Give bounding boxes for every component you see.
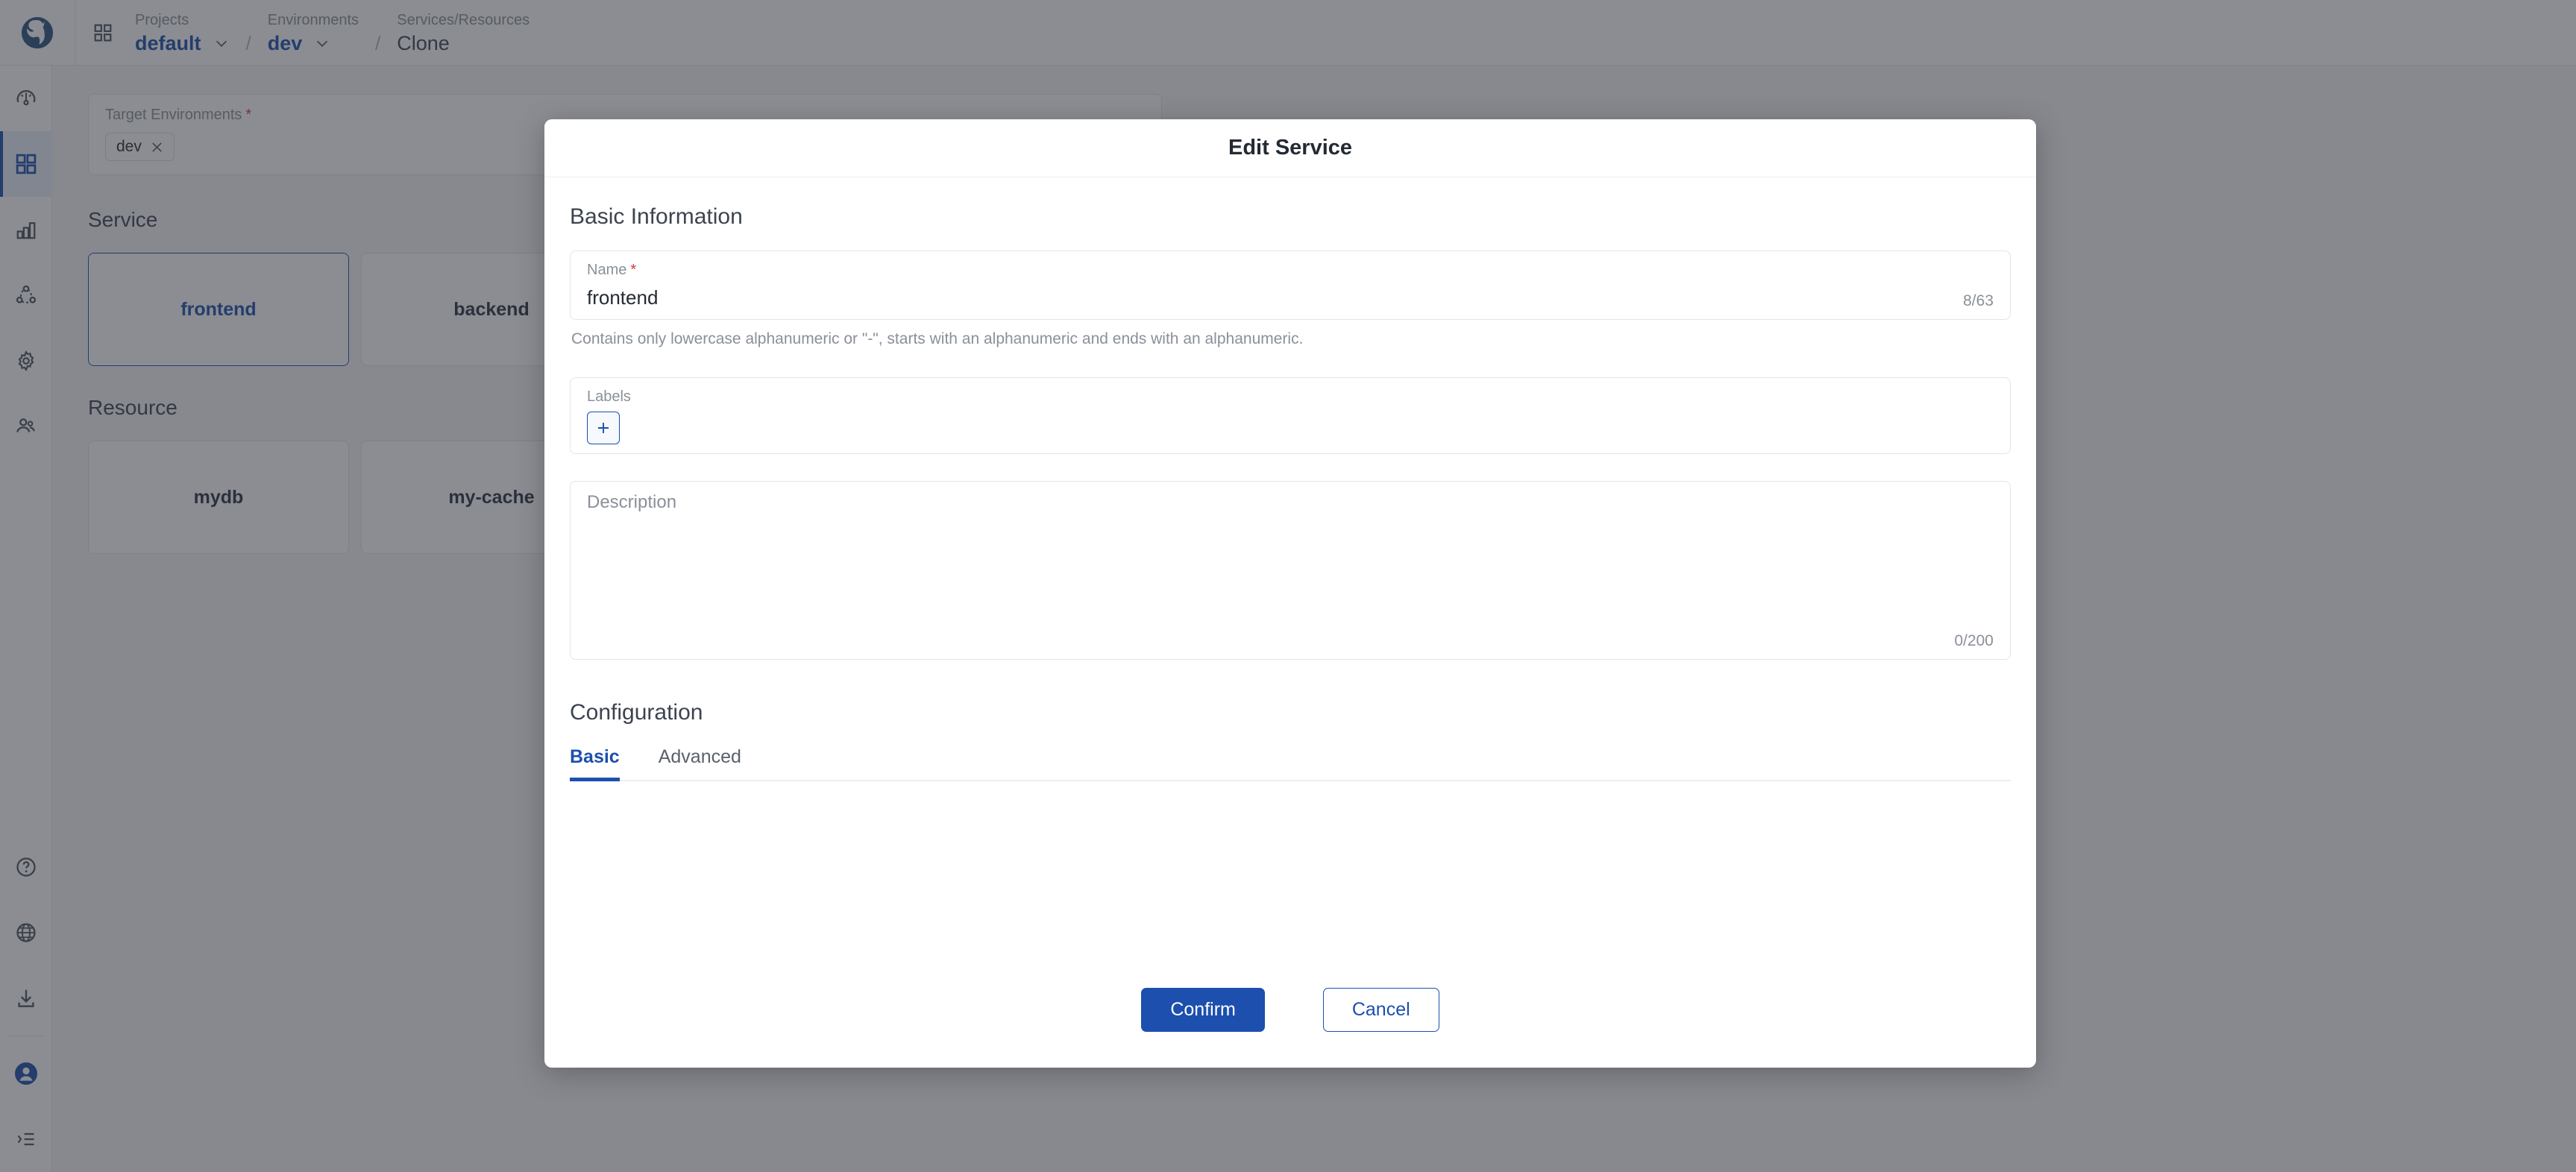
configuration-tabs: Basic Advanced xyxy=(570,746,2011,781)
dialog-body: Basic Information Name * frontend 8/63 Co… xyxy=(544,177,2036,955)
add-label-button[interactable] xyxy=(587,412,620,444)
description-field[interactable]: Description 0/200 xyxy=(570,481,2011,660)
dialog-title: Edit Service xyxy=(1228,136,1353,160)
description-char-counter: 0/200 xyxy=(1954,632,1994,649)
configuration-heading: Configuration xyxy=(570,700,703,725)
tab-advanced[interactable]: Advanced xyxy=(659,746,741,780)
description-placeholder: Description xyxy=(587,492,677,512)
tab-basic[interactable]: Basic xyxy=(570,746,620,781)
name-field-label: Name * xyxy=(587,262,1994,279)
cancel-button[interactable]: Cancel xyxy=(1322,988,1439,1032)
dialog-footer: Confirm Cancel xyxy=(544,955,2036,1068)
name-field-label-text: Name xyxy=(587,262,627,278)
labels-field: Labels xyxy=(570,377,2011,454)
name-input[interactable]: frontend xyxy=(587,285,1994,310)
dialog-header: Edit Service xyxy=(544,119,2036,177)
labels-field-label: Labels xyxy=(587,388,631,405)
confirm-button[interactable]: Confirm xyxy=(1141,988,1265,1032)
edit-service-dialog: Edit Service Basic Information Name * fro… xyxy=(544,119,2036,1068)
plus-icon xyxy=(598,423,609,433)
tab-advanced-label: Advanced xyxy=(658,746,741,767)
tab-basic-label: Basic xyxy=(570,746,620,767)
app-root: Projects default / Environments dev xyxy=(0,0,2576,1172)
basic-information-heading: Basic Information xyxy=(570,204,743,229)
required-marker: * xyxy=(630,262,637,278)
name-char-counter: 8/63 xyxy=(1963,292,1994,309)
name-field[interactable]: Name * frontend 8/63 xyxy=(570,251,2011,320)
name-field-hint: Contains only lowercase alphanumeric or … xyxy=(571,330,1304,347)
